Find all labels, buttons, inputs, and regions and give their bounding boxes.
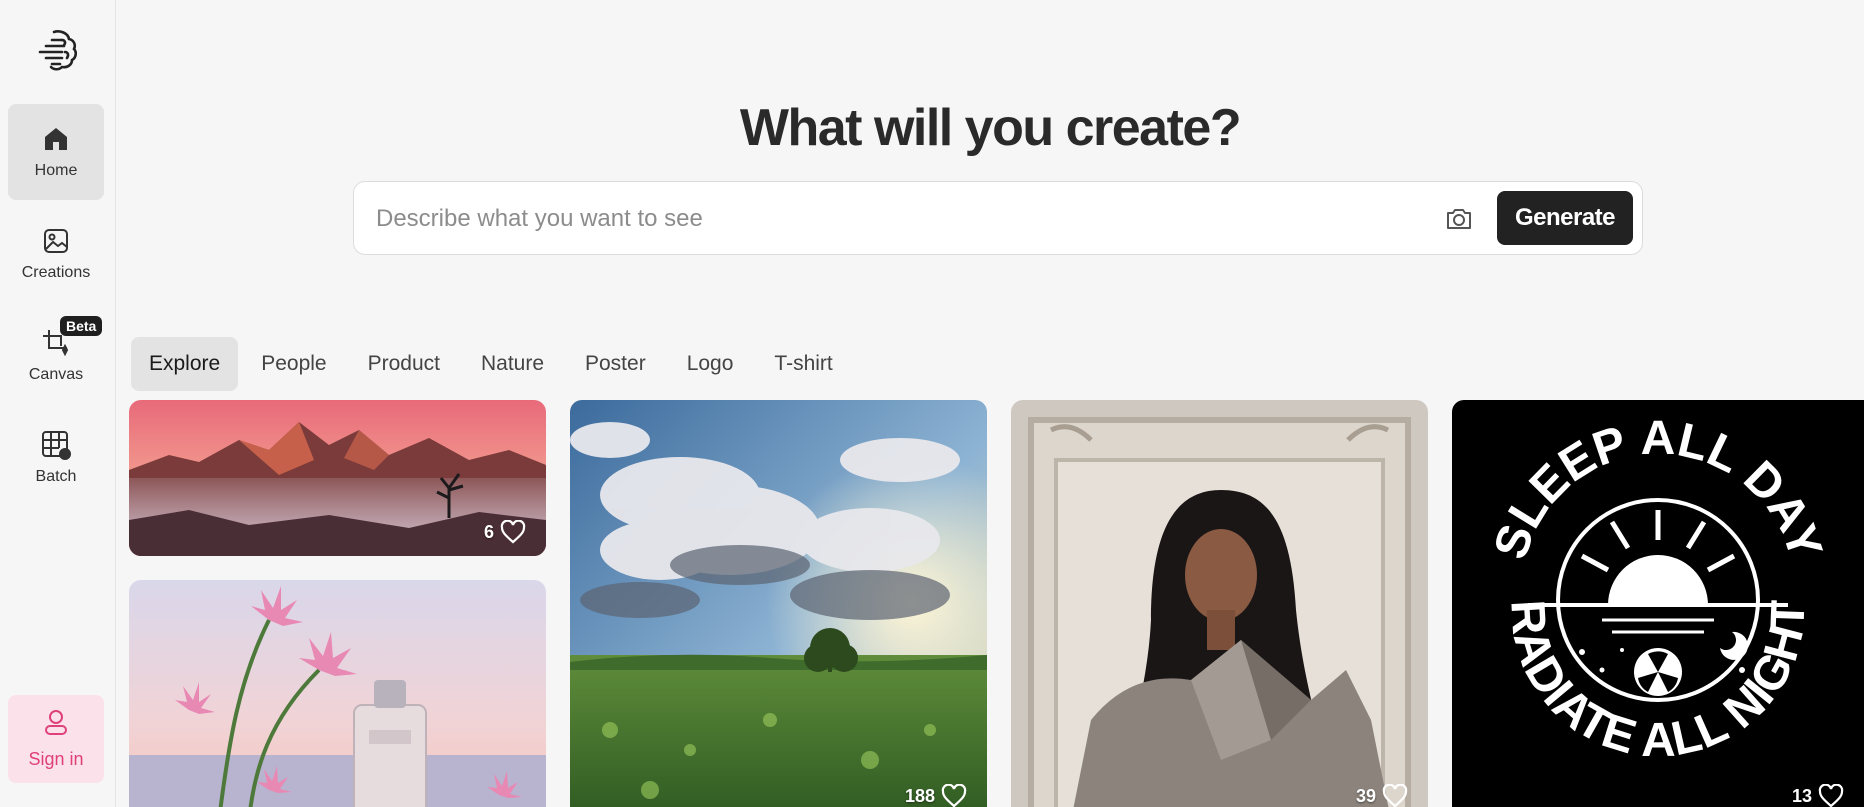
user-icon: [43, 708, 69, 741]
like-count: 6: [484, 520, 526, 544]
gallery-card[interactable]: 39: [1011, 400, 1428, 807]
sidebar-item-label: Batch: [35, 468, 77, 485]
tab-nature[interactable]: Nature: [463, 337, 562, 391]
gallery-image-lilies-perfume: [129, 580, 546, 807]
generate-button[interactable]: Generate: [1497, 191, 1633, 245]
category-tabs: Explore People Product Nature Poster Log…: [131, 337, 856, 391]
heart-icon[interactable]: [1382, 784, 1408, 807]
heart-icon[interactable]: [1818, 784, 1844, 807]
like-count: 13: [1792, 784, 1844, 807]
like-count-value: 6: [483, 521, 494, 542]
sidebar-item-label: Canvas: [28, 366, 84, 383]
tab-tshirt[interactable]: T-shirt: [756, 337, 850, 391]
gallery-card[interactable]: [129, 580, 546, 807]
like-count-value: 188: [904, 785, 935, 806]
tab-product[interactable]: Product: [350, 337, 458, 391]
sidebar-item-home[interactable]: Home: [8, 104, 104, 200]
gallery-image-portrait: [1011, 400, 1428, 807]
beta-badge: Beta: [60, 316, 103, 336]
like-count-value: 39: [1355, 785, 1376, 806]
tab-explore[interactable]: Explore: [131, 337, 239, 391]
gallery-card[interactable]: 188: [570, 400, 987, 807]
sidebar: Home Creations Beta Canvas Batch Sign in: [0, 0, 116, 807]
page-title: What will you create?: [739, 99, 1242, 157]
sidebar-item-label: Creations: [21, 264, 91, 281]
tab-people[interactable]: People: [243, 337, 344, 391]
heart-icon[interactable]: [500, 520, 526, 544]
gallery-card[interactable]: SLEEP ALL DAY RADIATE ALL NIGHT 13: [1452, 400, 1864, 807]
like-count: 188: [905, 784, 967, 807]
tab-poster[interactable]: Poster: [567, 337, 664, 391]
sign-in-button[interactable]: Sign in: [8, 695, 104, 783]
sidebar-item-canvas[interactable]: Beta Canvas: [8, 308, 104, 404]
sidebar-item-creations[interactable]: Creations: [8, 206, 104, 302]
app-root: Home Creations Beta Canvas Batch Sign in…: [0, 0, 1864, 807]
sidebar-item-label: Home: [34, 162, 78, 179]
gallery-image-tshirt-design: SLEEP ALL DAY RADIATE ALL NIGHT: [1452, 400, 1864, 807]
like-count: 39: [1356, 784, 1408, 807]
like-count-value: 13: [1791, 785, 1812, 806]
gallery-card[interactable]: 6: [129, 400, 546, 556]
prompt-search-bar: Generate: [353, 181, 1643, 255]
home-icon: [41, 124, 71, 154]
camera-icon[interactable]: [1444, 204, 1474, 234]
sign-in-label: Sign in: [28, 749, 84, 769]
batch-grid-icon: [41, 430, 71, 460]
heart-icon[interactable]: [941, 784, 967, 807]
brain-logo-icon[interactable]: [32, 26, 80, 74]
gallery-image-meadow: [570, 400, 987, 807]
sidebar-item-batch[interactable]: Batch: [8, 410, 104, 506]
prompt-input[interactable]: [376, 200, 1376, 238]
tab-logo[interactable]: Logo: [669, 337, 752, 391]
image-icon: [41, 226, 71, 256]
